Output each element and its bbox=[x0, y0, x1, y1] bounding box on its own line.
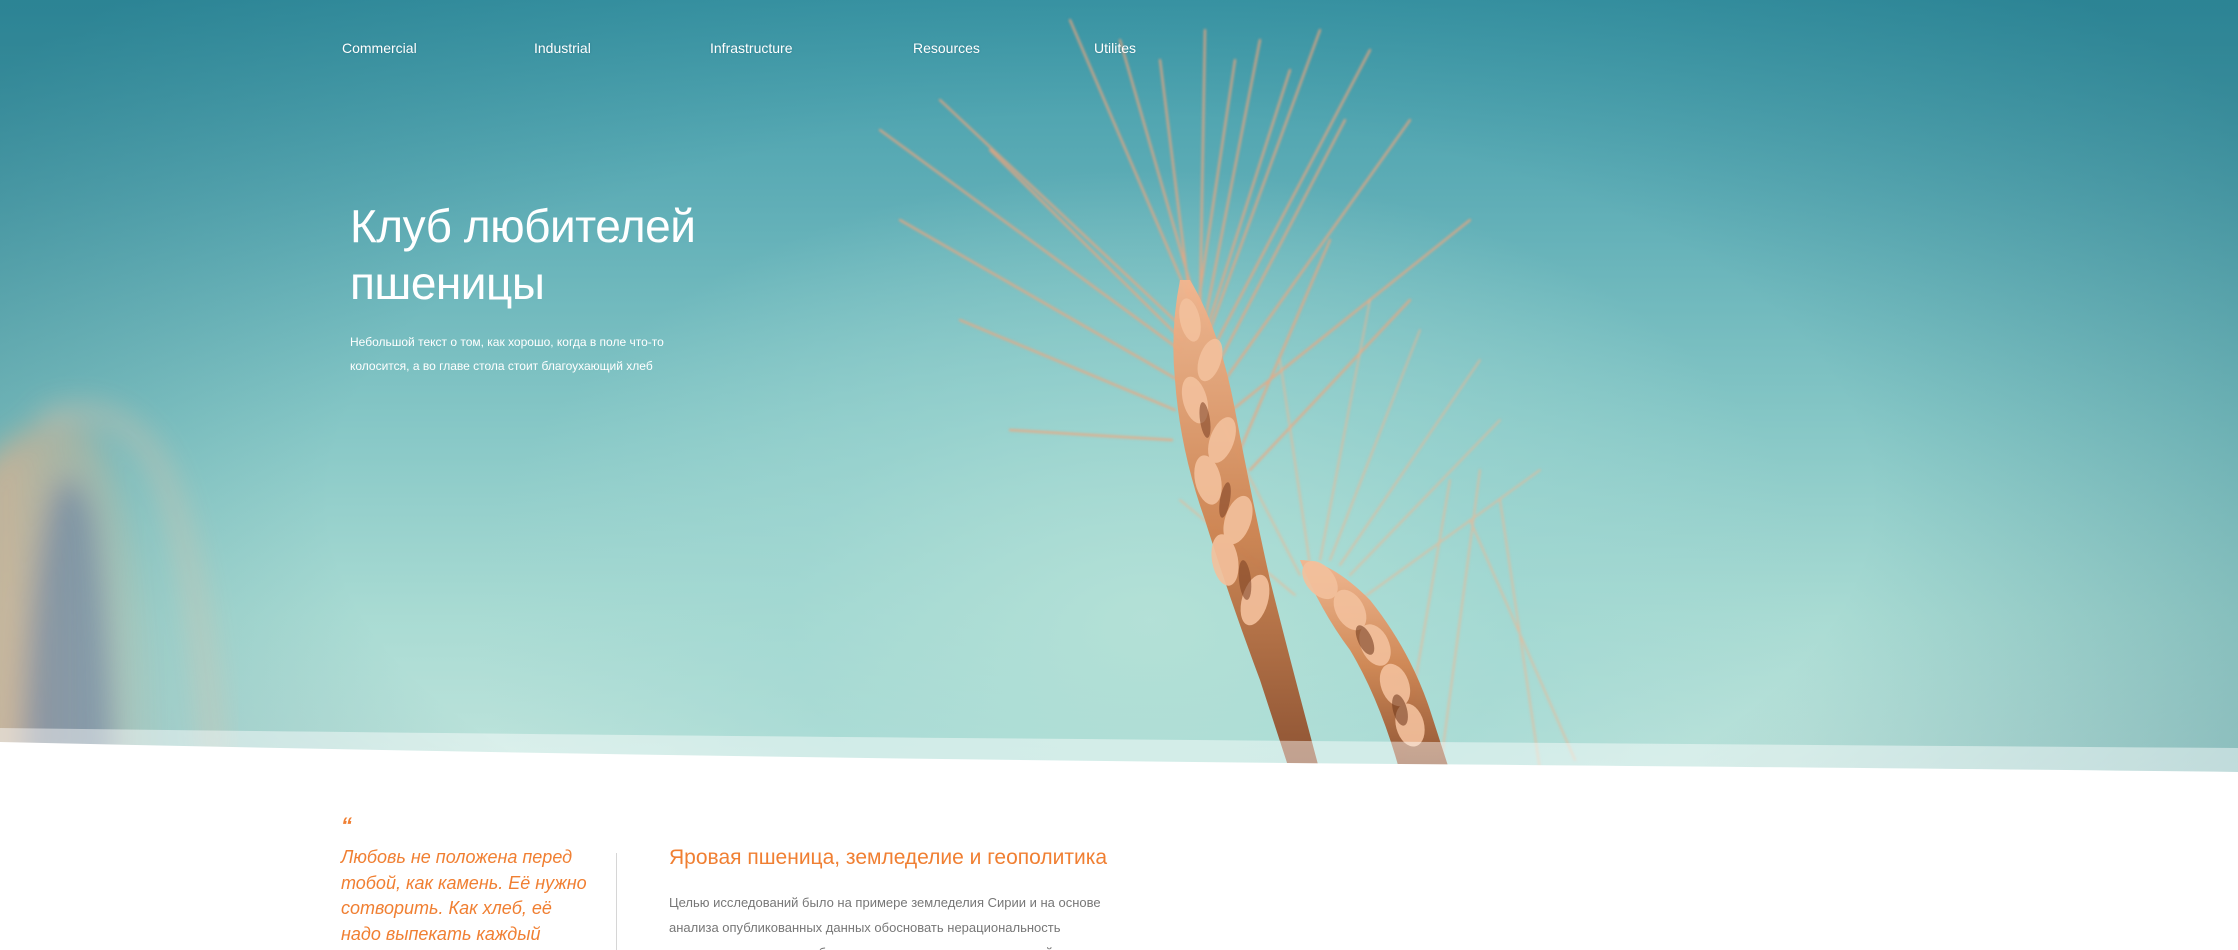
quote-text: Любовь не положена перед тобой, как каме… bbox=[341, 847, 587, 944]
main-navigation: Commercial Industrial Infrastructure Res… bbox=[0, 40, 2238, 62]
hero-title: Клуб любителей пшеницы bbox=[350, 198, 870, 312]
article-title: Яровая пшеница, земледелие и геополитика bbox=[669, 846, 1108, 869]
nav-item-resources[interactable]: Resources bbox=[913, 40, 980, 56]
open-quote-icon: “ bbox=[341, 813, 352, 838]
hero-subtitle: Небольшой текст о том, как хорошо, когда… bbox=[350, 335, 664, 373]
nav-item-commercial[interactable]: Commercial bbox=[342, 40, 417, 56]
hero-title-line-1: Клуб любителей bbox=[350, 200, 696, 252]
hero-title-line-2: пшеницы bbox=[350, 257, 545, 309]
nav-item-infrastructure[interactable]: Infrastructure bbox=[710, 40, 792, 56]
article-body: Целью исследований было на примере земле… bbox=[669, 895, 1130, 950]
hero-section bbox=[0, 0, 2238, 772]
page: Commercial Industrial Infrastructure Res… bbox=[0, 0, 2238, 950]
hero-bottom-wave bbox=[0, 728, 2238, 772]
section-divider bbox=[616, 853, 617, 950]
nav-item-utilites[interactable]: Utilites bbox=[1094, 40, 1136, 56]
nav-item-industrial[interactable]: Industrial bbox=[534, 40, 591, 56]
wheat-background-image bbox=[0, 18, 1576, 772]
